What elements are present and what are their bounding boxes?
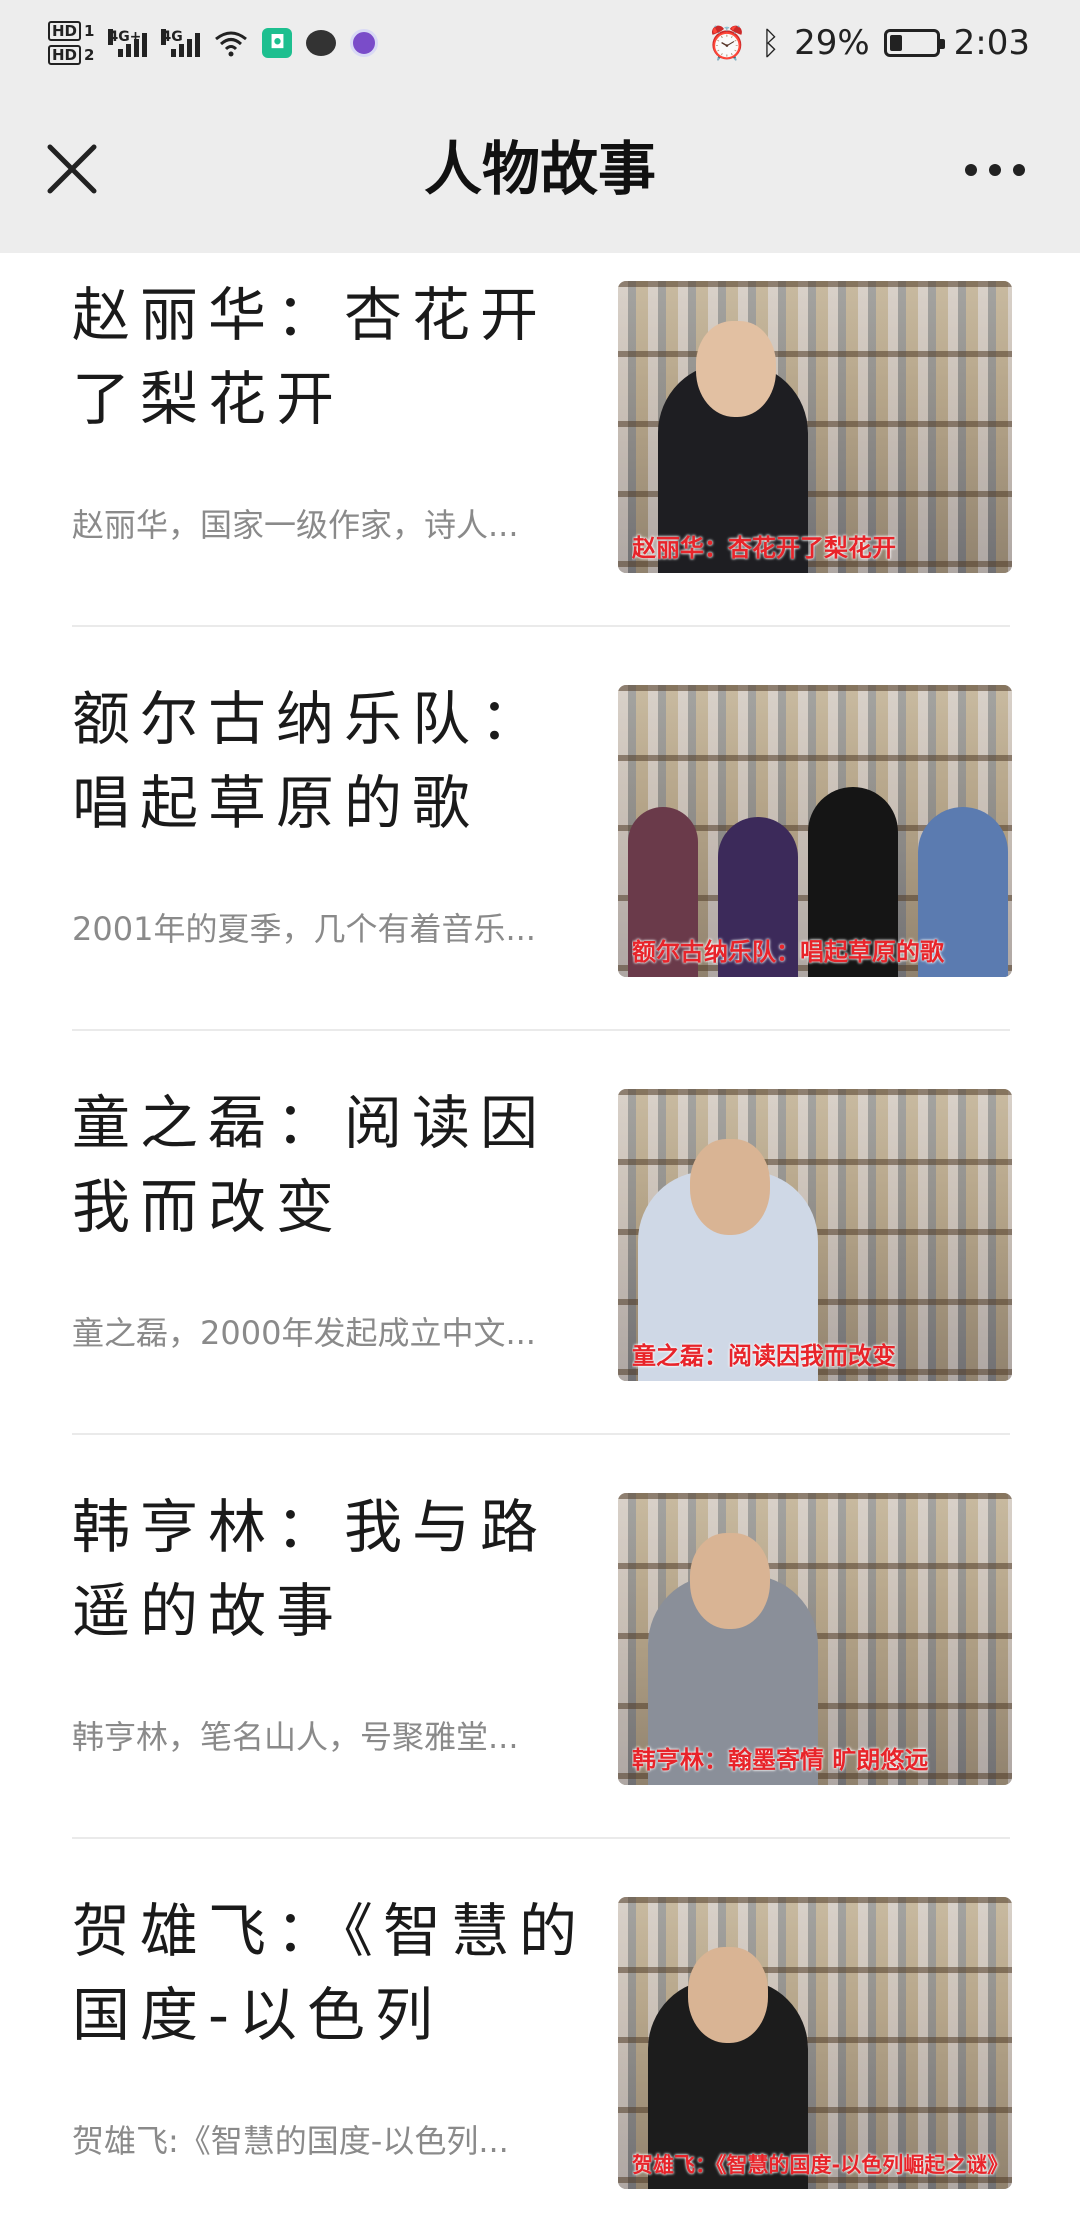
page-title: 人物故事: [423, 135, 656, 203]
divider: [72, 625, 1010, 627]
message-icon: [306, 29, 337, 56]
article-thumbnail: 贺雄飞：《智慧的国度-以色列崛起之谜》: [618, 1897, 1012, 2189]
hd-indicator-2: HD 2: [48, 44, 94, 65]
wifi-icon: [215, 31, 248, 56]
hd-indicators: HD 1 HD 2: [48, 20, 94, 65]
signal-2-icon: 4G: [161, 28, 201, 57]
list-item[interactable]: 贺雄飞：《智慧的国度-以色列崛... 贺雄飞:《智慧的国度-以色列... 贺雄飞…: [72, 1869, 1012, 2199]
article-title: 童之磊：阅读因我而改变: [72, 1089, 549, 1241]
article-thumbnail: 韩亨林：翰墨寄情 旷朗悠远: [618, 1493, 1012, 1785]
article-title: 韩亨林：我与路遥的故事: [72, 1493, 549, 1645]
article-thumbnail: 赵丽华：杏花开了梨花开: [618, 281, 1012, 573]
article-title: 赵丽华：杏花开了梨花开: [72, 281, 549, 433]
mi-home-icon: ◘: [262, 27, 293, 58]
bluetooth-icon: ᛒ: [760, 23, 781, 62]
list-item[interactable]: 赵丽华：杏花开了梨花开 赵丽华，国家一级作家，诗人... 赵丽华：杏花开了梨花开: [72, 253, 1012, 583]
alarm-icon: ⏰: [707, 23, 747, 62]
article-desc: 贺雄飞:《智慧的国度-以色列...: [72, 2122, 509, 2160]
thumbnail-caption: 贺雄飞：《智慧的国度-以色列崛起之谜》: [632, 2153, 1002, 2177]
battery-percent: 29%: [794, 22, 870, 63]
hd-indicator-1: HD 1: [48, 20, 94, 41]
status-bar: HD 1 HD 2 4G+ 4G ◘ ⏰ ᛒ 29% 2:03: [0, 0, 1080, 85]
app-notification-icon: [350, 28, 379, 57]
thumbnail-caption: 额尔古纳乐队：唱起草原的歌: [632, 938, 944, 966]
article-desc: 2001年的夏季，几个有着音乐...: [72, 910, 536, 948]
battery-fill: [889, 34, 903, 51]
divider: [72, 1433, 1010, 1435]
signal-1-icon: 4G+: [108, 28, 148, 57]
status-bar-left: HD 1 HD 2 4G+ 4G ◘: [48, 20, 379, 65]
clock: 2:03: [953, 22, 1030, 63]
list-item[interactable]: 童之磊：阅读因我而改变 童之磊，2000年发起成立中文... 童之磊：阅读因我而…: [72, 1061, 1012, 1391]
divider: [72, 1029, 1010, 1031]
article-desc: 童之磊，2000年发起成立中文...: [72, 1314, 536, 1352]
thumbnail-caption: 韩亨林：翰墨寄情 旷朗悠远: [632, 1746, 929, 1774]
status-bar-right: ⏰ ᛒ 29% 2:03: [707, 23, 1030, 63]
article-thumbnail: 额尔古纳乐队：唱起草原的歌: [618, 685, 1012, 977]
more-button[interactable]: [950, 145, 1040, 195]
thumbnail-caption: 赵丽华：杏花开了梨花开: [632, 534, 896, 562]
divider: [72, 1837, 1010, 1839]
article-desc: 韩亨林，笔名山人，号聚雅堂...: [72, 1718, 519, 1756]
list-item[interactable]: 额尔古纳乐队：唱起草原的歌 2001年的夏季，几个有着音乐... 额尔古纳乐队：…: [72, 657, 1012, 987]
thumbnail-caption: 童之磊：阅读因我而改变: [632, 1342, 896, 1370]
nav-bar: 人物故事: [0, 85, 1080, 253]
article-thumbnail: 童之磊：阅读因我而改变: [618, 1089, 1012, 1381]
more-icon: [965, 164, 977, 176]
battery-icon: [883, 28, 945, 57]
list-item[interactable]: 韩亨林：我与路遥的故事 韩亨林，笔名山人，号聚雅堂... 韩亨林：翰墨寄情 旷朗…: [72, 1465, 1012, 1795]
article-desc: 赵丽华，国家一级作家，诗人...: [72, 506, 519, 544]
article-title: 额尔古纳乐队：唱起草原的歌: [72, 685, 549, 837]
article-title: 贺雄飞：《智慧的国度-以色列崛...: [72, 1897, 588, 2049]
